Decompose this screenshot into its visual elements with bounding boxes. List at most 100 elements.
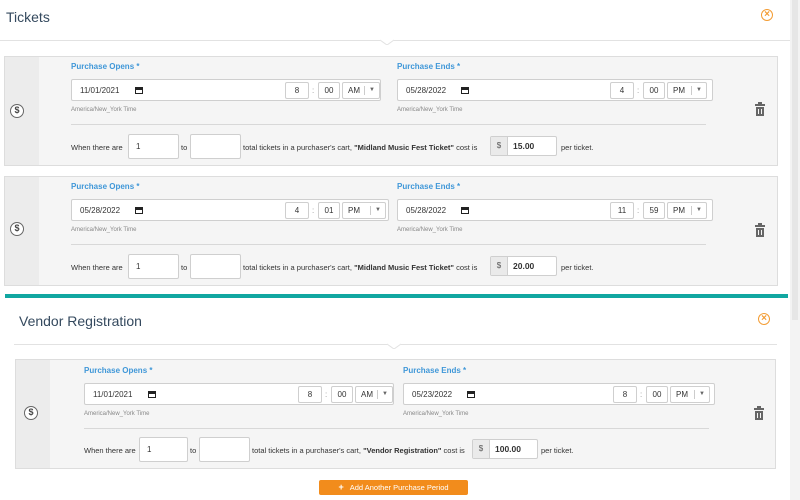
page-scrollbar[interactable] <box>790 0 800 500</box>
opens-hour-input[interactable]: 8 <box>285 82 309 99</box>
ampm-value: PM <box>348 206 360 215</box>
ends-hour-input[interactable]: 11 <box>610 202 634 219</box>
when-there-are-text: When there are <box>84 446 136 455</box>
opens-minute-input[interactable]: 00 <box>318 82 340 99</box>
opens-minute-input[interactable]: 01 <box>318 202 340 219</box>
ampm-value: PM <box>676 390 688 399</box>
opens-date-value[interactable]: 11/01/2021 <box>93 390 132 399</box>
ends-date-value[interactable]: 05/23/2022 <box>412 390 452 399</box>
close-circle-icon[interactable]: × <box>761 9 773 21</box>
calendar-icon[interactable] <box>135 87 143 94</box>
trash-icon[interactable] <box>755 223 765 237</box>
cost-value[interactable]: 100.00 <box>495 440 521 458</box>
purchase-ends-field[interactable]: 05/28/2022 4 : 00 PM ▼ <box>397 79 713 101</box>
row-divider <box>71 244 706 245</box>
chevron-down-icon: ▼ <box>369 87 375 93</box>
cart-description: total tickets in a purchaser's cart, "Ve… <box>252 446 465 455</box>
vendor-section-title: Vendor Registration <box>19 313 142 329</box>
row-divider <box>84 428 709 429</box>
chevron-down-icon: ▼ <box>382 391 388 397</box>
section-divider <box>14 344 387 345</box>
calendar-icon[interactable] <box>135 207 143 214</box>
currency-addon: $ <box>491 137 508 155</box>
calendar-icon[interactable] <box>461 207 469 214</box>
ends-ampm-select[interactable]: PM ▼ <box>667 82 707 99</box>
row-divider <box>71 124 706 125</box>
opens-ampm-select[interactable]: AM ▼ <box>342 82 380 99</box>
per-ticket-text: per ticket. <box>561 143 594 152</box>
section-divider <box>0 40 380 41</box>
per-ticket-text: per ticket. <box>541 446 574 455</box>
ends-minute-input[interactable]: 00 <box>643 82 665 99</box>
section-divider <box>394 40 790 41</box>
opens-hour-input[interactable]: 8 <box>298 386 322 403</box>
currency-addon: $ <box>473 440 490 458</box>
ends-minute-input[interactable]: 59 <box>643 202 665 219</box>
opens-minute-input[interactable]: 00 <box>331 386 353 403</box>
dollar-circle-icon: $ <box>24 406 38 420</box>
ampm-value: PM <box>673 206 685 215</box>
opens-hour-input[interactable]: 4 <box>285 202 309 219</box>
ends-date-value[interactable]: 05/28/2022 <box>406 86 446 95</box>
trash-icon[interactable] <box>755 102 765 116</box>
purchase-ends-label: Purchase Ends * <box>397 62 461 71</box>
from-count-input[interactable]: 1 <box>139 437 188 462</box>
section-divider <box>401 344 777 345</box>
calendar-icon[interactable] <box>467 391 475 398</box>
cost-input[interactable]: $15.00 <box>490 136 557 156</box>
calendar-icon[interactable] <box>461 87 469 94</box>
to-count-input[interactable] <box>190 134 241 159</box>
cost-value[interactable]: 20.00 <box>513 257 534 275</box>
ampm-value: AM <box>348 86 360 95</box>
cart-description: total tickets in a purchaser's cart, "Mi… <box>243 143 478 152</box>
time-colon: : <box>325 390 328 399</box>
to-count-input[interactable] <box>190 254 241 279</box>
caret-icon <box>380 39 394 45</box>
timezone-label: America/New_York Time <box>84 411 150 417</box>
ends-ampm-select[interactable]: PM ▼ <box>667 202 707 219</box>
purchase-opens-field[interactable]: 05/28/2022 4 : 01 PM ▼ <box>71 199 389 221</box>
calendar-icon[interactable] <box>148 391 156 398</box>
when-there-are-text: When there are <box>71 263 123 272</box>
tickets-section-title: Tickets <box>6 9 50 25</box>
time-colon: : <box>637 86 640 95</box>
purchase-opens-field[interactable]: 11/01/2021 8 : 00 AM ▼ <box>84 383 394 405</box>
add-purchase-period-button[interactable]: + Add Another Purchase Period <box>319 480 468 495</box>
purchase-opens-label: Purchase Opens * <box>84 366 153 375</box>
ends-hour-input[interactable]: 4 <box>610 82 634 99</box>
purchase-ends-field[interactable]: 05/28/2022 11 : 59 PM ▼ <box>397 199 713 221</box>
from-count-input[interactable]: 1 <box>128 134 179 159</box>
ends-ampm-select[interactable]: PM ▼ <box>670 386 710 403</box>
chevron-down-icon: ▼ <box>696 87 702 93</box>
opens-date-value[interactable]: 05/28/2022 <box>80 206 120 215</box>
from-count-input[interactable]: 1 <box>128 254 179 279</box>
per-ticket-text: per ticket. <box>561 263 594 272</box>
cost-input[interactable]: $20.00 <box>490 256 557 276</box>
opens-ampm-select[interactable]: PM ▼ <box>342 202 386 219</box>
ends-date-value[interactable]: 05/28/2022 <box>406 206 446 215</box>
chevron-down-icon: ▼ <box>696 207 702 213</box>
ends-hour-input[interactable]: 8 <box>613 386 637 403</box>
ends-minute-input[interactable]: 00 <box>646 386 668 403</box>
ampm-value: AM <box>361 390 373 399</box>
opens-date-value[interactable]: 11/01/2021 <box>80 86 119 95</box>
cost-input[interactable]: $100.00 <box>472 439 538 459</box>
cost-value[interactable]: 15.00 <box>513 137 534 155</box>
timezone-label: America/New_York Time <box>71 107 137 113</box>
time-colon: : <box>312 86 315 95</box>
time-colon: : <box>312 206 315 215</box>
dollar-circle-icon: $ <box>10 222 24 236</box>
to-count-input[interactable] <box>199 437 250 462</box>
trash-icon[interactable] <box>754 406 764 420</box>
scrollbar-thumb[interactable] <box>792 0 798 320</box>
purchase-opens-label: Purchase Opens * <box>71 62 140 71</box>
timezone-label: America/New_York Time <box>397 227 463 233</box>
plus-icon: + <box>338 482 344 492</box>
purchase-opens-label: Purchase Opens * <box>71 182 140 191</box>
purchase-opens-field[interactable]: 11/01/2021 8 : 00 AM ▼ <box>71 79 381 101</box>
close-circle-icon[interactable]: × <box>758 313 770 325</box>
ampm-value: PM <box>673 86 685 95</box>
purchase-ends-field[interactable]: 05/23/2022 8 : 00 PM ▼ <box>403 383 715 405</box>
opens-ampm-select[interactable]: AM ▼ <box>355 386 393 403</box>
timezone-label: America/New_York Time <box>397 107 463 113</box>
